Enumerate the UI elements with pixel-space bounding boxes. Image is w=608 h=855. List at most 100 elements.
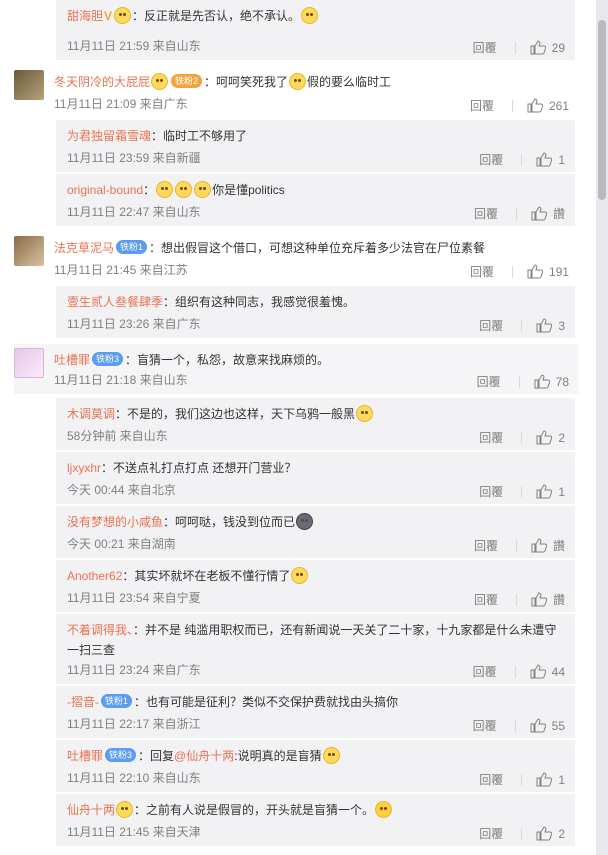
reply-button[interactable]: 回覆 bbox=[477, 373, 501, 390]
comment-meta: 11月11日 21:59 来自山东 bbox=[67, 39, 201, 53]
emoji-icon bbox=[156, 181, 174, 198]
fan-badge: 铁粉3 bbox=[105, 748, 137, 762]
sub-comment: 仙舟十两 ：之前有人说是假冒的，开头就是盲猜一个。 11月11日 21:45 来自… bbox=[56, 794, 575, 846]
reply-button[interactable]: 回覆 bbox=[473, 717, 497, 734]
comment: 法克草泥马 铁粉1 ：想出假冒这个借口，可想这种单位充斥着多少法官在尸位素餐 11月… bbox=[14, 232, 579, 284]
reply-button[interactable]: 回覆 bbox=[474, 537, 498, 554]
like-button[interactable]: 261 bbox=[527, 98, 569, 113]
commenter-name[interactable]: 甜海胆 bbox=[67, 9, 103, 23]
like-button[interactable]: 29 bbox=[530, 40, 565, 55]
thumbs-up-icon bbox=[531, 206, 547, 221]
reply-button[interactable]: 回覆 bbox=[479, 771, 503, 788]
commenter-name[interactable]: 吐槽罪 bbox=[54, 353, 90, 367]
divider bbox=[515, 593, 517, 606]
thumbs-up-icon bbox=[534, 374, 550, 389]
comment-meta: 11月11日 22:17 来自浙江 bbox=[67, 717, 201, 731]
emoji-icon bbox=[194, 181, 212, 198]
reply-button[interactable]: 回覆 bbox=[479, 429, 503, 446]
comment-actions: 回覆 78 bbox=[477, 373, 569, 390]
like-button[interactable]: 2 bbox=[536, 430, 565, 445]
reply-button[interactable]: 回覆 bbox=[479, 825, 503, 842]
reply-button[interactable]: 回覆 bbox=[473, 39, 497, 56]
commenter-name[interactable]: 仙舟十两 bbox=[67, 803, 115, 817]
divider bbox=[511, 99, 513, 112]
like-button[interactable]: 讚 bbox=[531, 591, 565, 608]
comment-body: 木调莫调：不是的，我们这边也这样，天下乌鸦一般黑 bbox=[67, 404, 564, 424]
like-button[interactable]: 1 bbox=[536, 484, 565, 499]
mention-link[interactable]: @仙舟十两 bbox=[174, 749, 234, 763]
fan-badge: 铁粉3 bbox=[92, 352, 124, 366]
comment-body: 冬天阴冷的大屁屁 铁粉2 ：呵呵笑死我了 假的要么临时工 bbox=[54, 72, 568, 92]
thumbs-up-icon bbox=[536, 826, 553, 841]
sub-comment: 吐槽罪 铁粉3 ：回复@仙舟十两:说明真的是盲猜 11月11日 22:10 来自山东… bbox=[56, 740, 575, 792]
comment-actions: 回覆 29 bbox=[473, 39, 565, 56]
comment-actions: 回覆 讚 bbox=[474, 537, 565, 554]
commenter-name[interactable]: 没有梦想的小咸鱼 bbox=[67, 515, 163, 529]
avatar[interactable] bbox=[14, 70, 44, 100]
like-button[interactable]: 55 bbox=[530, 718, 565, 733]
commenter-name[interactable]: 为君独留霜雪魂 bbox=[67, 129, 151, 143]
reply-button[interactable]: 回覆 bbox=[473, 663, 497, 680]
like-button[interactable]: 讚 bbox=[531, 205, 565, 222]
comment-actions: 回覆 2 bbox=[479, 429, 565, 446]
reply-button[interactable]: 回覆 bbox=[470, 97, 494, 114]
reply-button[interactable]: 回覆 bbox=[479, 483, 503, 500]
comment-text: ：呵呵笑死我了 bbox=[204, 75, 289, 89]
like-count: 1 bbox=[558, 152, 565, 167]
divider bbox=[518, 375, 520, 388]
comment-actions: 回覆 44 bbox=[473, 663, 565, 680]
comment-meta: 11月11日 21:45 来自江苏 bbox=[54, 263, 188, 277]
like-button[interactable]: 讚 bbox=[531, 537, 565, 554]
like-button[interactable]: 191 bbox=[527, 264, 569, 279]
like-count: 44 bbox=[551, 664, 565, 679]
commenter-name[interactable]: 不着调得我、 bbox=[67, 623, 133, 637]
commenter-name[interactable]: original-bound bbox=[67, 183, 143, 197]
comment-text: ：组织有这种同志，我感觉很羞愧。 bbox=[163, 295, 356, 309]
commenter-name[interactable]: 冬天阴冷的大屁屁 bbox=[54, 75, 150, 89]
commenter-name[interactable]: 法克草泥马 bbox=[54, 241, 114, 255]
sub-comment: ljxyxhr：不送点礼打点打点 还想开门营业？ 今天 00:44 来自北京 回… bbox=[56, 452, 575, 504]
scrollbar[interactable] bbox=[596, 0, 608, 855]
emoji-icon bbox=[296, 513, 314, 530]
commenter-name[interactable]: 壹生贰人叁餐肆季 bbox=[67, 295, 163, 309]
comment-text-2: 一扫三查 bbox=[67, 643, 116, 657]
reply-button[interactable]: 回覆 bbox=[474, 591, 498, 608]
emoji-icon bbox=[289, 73, 307, 90]
divider bbox=[521, 153, 523, 166]
comment-actions: 回覆 3 bbox=[479, 317, 565, 334]
comment-actions: 回覆 1 bbox=[479, 483, 565, 500]
like-button[interactable]: 1 bbox=[536, 772, 565, 787]
thumbs-up-icon bbox=[530, 40, 546, 55]
avatar[interactable] bbox=[14, 236, 44, 266]
comment-body: -摺音- 铁粉1 ：也有可能是征利？类似不交保护费就找由头搞你 bbox=[67, 692, 564, 712]
like-count: 2 bbox=[558, 826, 565, 841]
like-button[interactable]: 44 bbox=[530, 664, 565, 679]
comment-body: 吐槽罪 铁粉3 ：盲猜一个，私怨，故意来找麻烦的。 bbox=[54, 350, 568, 370]
reply-button[interactable]: 回覆 bbox=[479, 151, 503, 168]
comment-body: 壹生贰人叁餐肆季：组织有这种同志，我感觉很羞愧。 bbox=[67, 292, 564, 312]
commenter-name[interactable]: 木调莫调 bbox=[67, 407, 115, 421]
comment: 吐槽罪 铁粉3 ：盲猜一个，私怨，故意来找麻烦的。 11月11日 21:18 来自山… bbox=[14, 344, 579, 394]
divider bbox=[521, 827, 523, 840]
reply-button[interactable]: 回覆 bbox=[474, 205, 498, 222]
reply-button[interactable]: 回覆 bbox=[470, 263, 494, 280]
comment-text: ：其实坏就坏在老板不懂行情了 bbox=[122, 569, 291, 583]
like-button[interactable]: 3 bbox=[536, 318, 565, 333]
like-button[interactable]: 1 bbox=[536, 152, 565, 167]
commenter-name[interactable]: Another62 bbox=[67, 569, 122, 583]
like-button[interactable]: 78 bbox=[534, 374, 569, 389]
divider bbox=[514, 665, 516, 678]
comment-meta: 11月11日 22:10 来自山东 bbox=[67, 771, 201, 785]
commenter-name[interactable]: 吐槽罪 bbox=[67, 749, 103, 763]
scrollbar-thumb[interactable] bbox=[598, 20, 606, 200]
reply-button[interactable]: 回覆 bbox=[479, 317, 503, 334]
commenter-name[interactable]: -摺音- bbox=[67, 695, 99, 709]
like-button[interactable]: 2 bbox=[536, 826, 565, 841]
comment-body: ljxyxhr：不送点礼打点打点 还想开门营业？ bbox=[67, 458, 564, 478]
divider bbox=[515, 207, 517, 220]
avatar[interactable] bbox=[14, 348, 44, 378]
comment-text: ：盲猜一个，私怨，故意来找麻烦的。 bbox=[125, 353, 330, 367]
like-count: 1 bbox=[558, 772, 565, 787]
sub-comment: 甜海胆V ：反正就是先否认，绝不承认。 11月11日 21:59 来自山东 回覆 … bbox=[56, 0, 575, 60]
commenter-name[interactable]: ljxyxhr bbox=[67, 461, 101, 475]
